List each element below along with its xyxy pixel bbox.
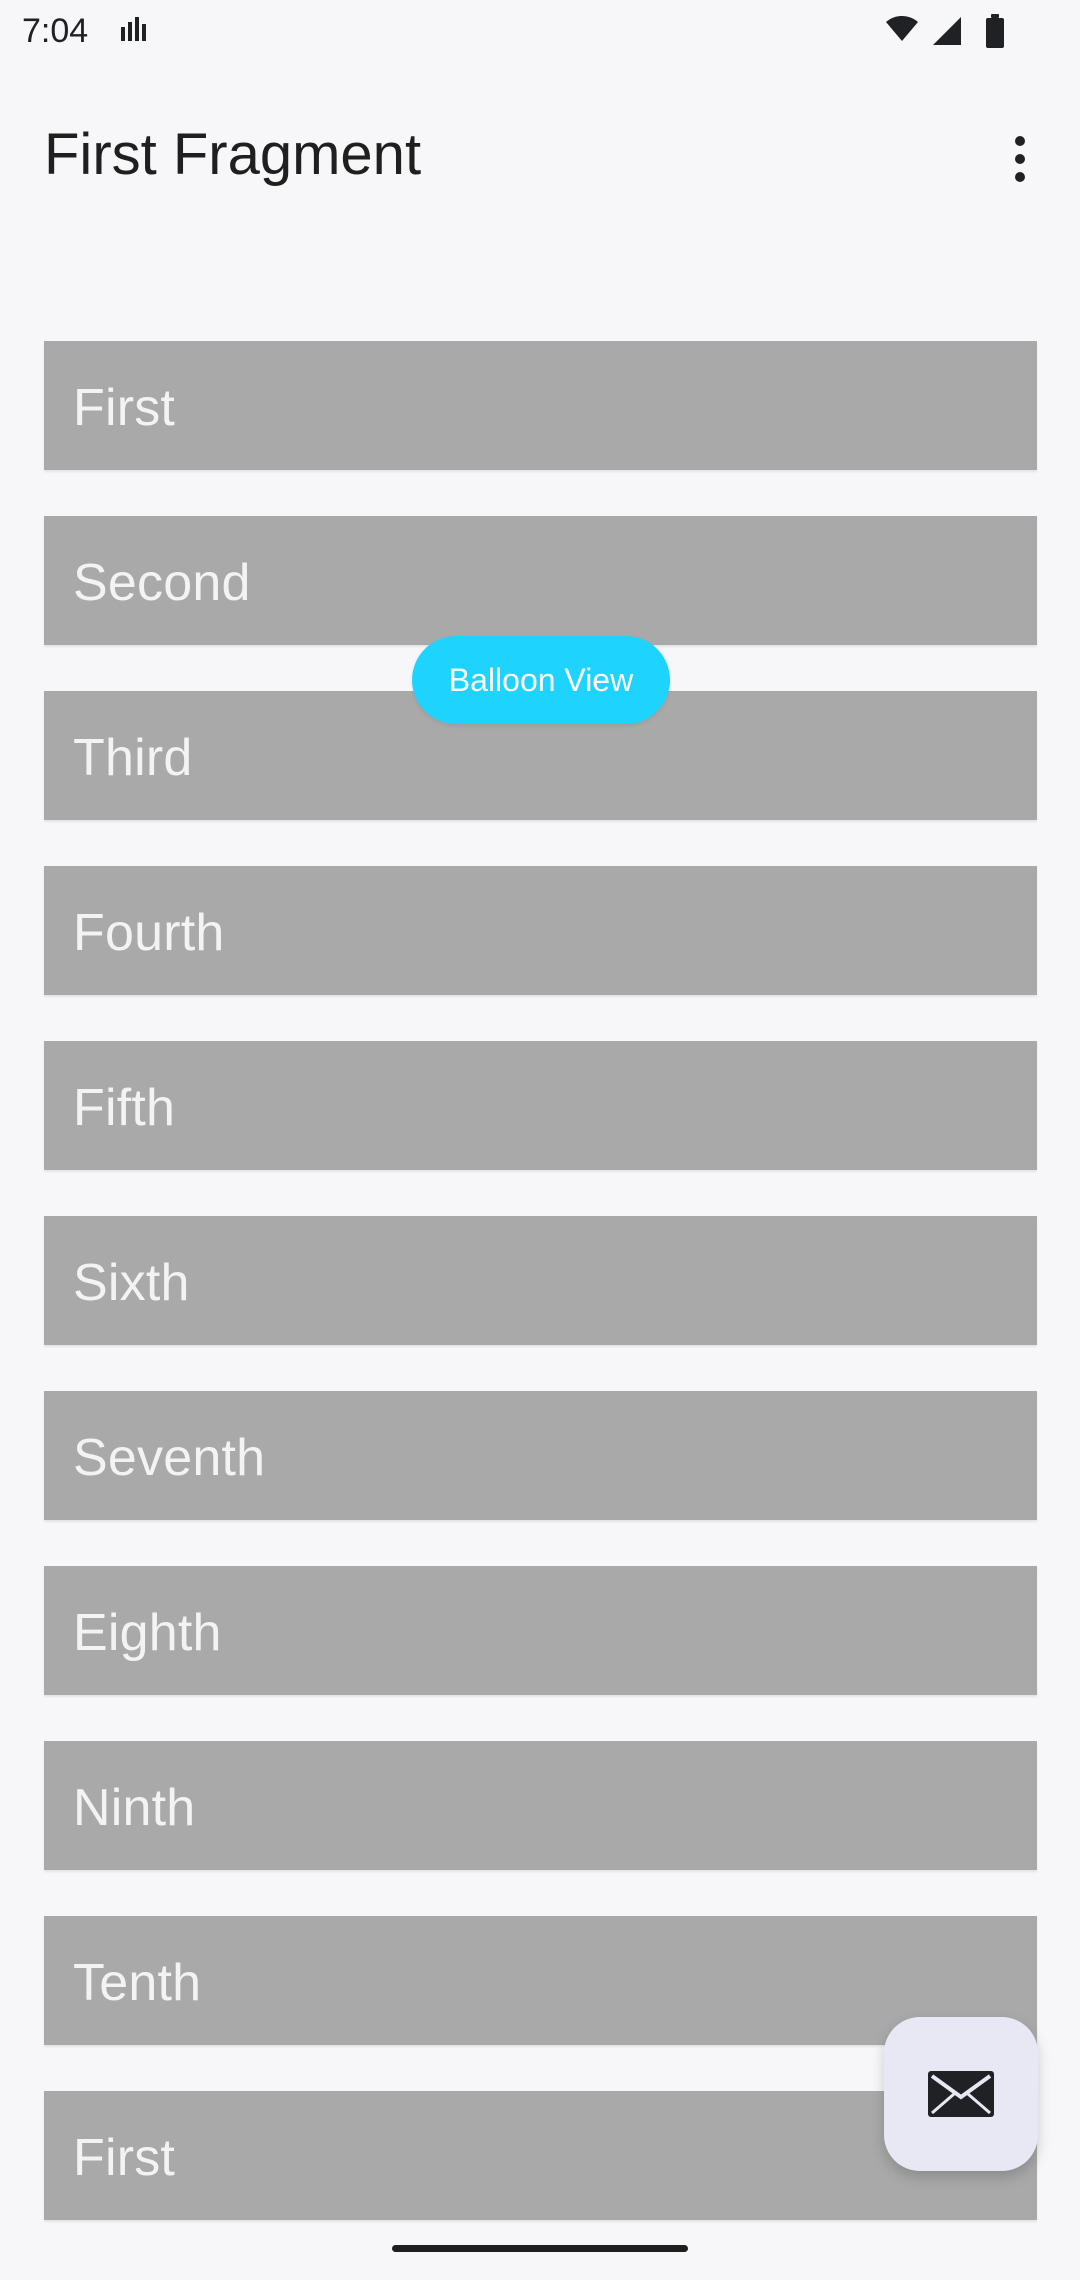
list-item-tenth[interactable]: Tenth: [44, 1916, 1037, 2045]
list-item-fifth[interactable]: Fifth: [44, 1041, 1037, 1170]
list-item-ninth[interactable]: Ninth: [44, 1741, 1037, 1870]
mail-fab[interactable]: [884, 2017, 1038, 2171]
mail-icon: [928, 2071, 994, 2117]
list-item-label: First: [73, 379, 176, 437]
list-item-sixth[interactable]: Sixth: [44, 1216, 1037, 1345]
list-item-label: Tenth: [73, 1954, 202, 2012]
list-item-label: Fifth: [73, 1079, 176, 1137]
gesture-navigation-bar[interactable]: [392, 2245, 688, 2252]
list-item-first[interactable]: First: [44, 341, 1037, 470]
list-item-second[interactable]: Second: [44, 516, 1037, 645]
list-item-label: Seventh: [73, 1429, 266, 1487]
list-item-seventh[interactable]: Seventh: [44, 1391, 1037, 1520]
list-item-label: Eighth: [73, 1604, 222, 1662]
list-item-label: Ninth: [73, 1779, 196, 1837]
list-item-label: First: [73, 2129, 176, 2187]
list-item-label: Second: [73, 554, 251, 612]
list-item-eighth[interactable]: Eighth: [44, 1566, 1037, 1695]
list-item-label: Third: [73, 729, 193, 787]
list-item-fourth[interactable]: Fourth: [44, 866, 1037, 995]
fragment-list[interactable]: First Second Third Fourth Fifth Sixth Se…: [0, 0, 1080, 2280]
list-item-label: Sixth: [73, 1254, 190, 1312]
balloon-view[interactable]: Balloon View: [412, 636, 670, 724]
list-item-label: Fourth: [73, 904, 225, 962]
